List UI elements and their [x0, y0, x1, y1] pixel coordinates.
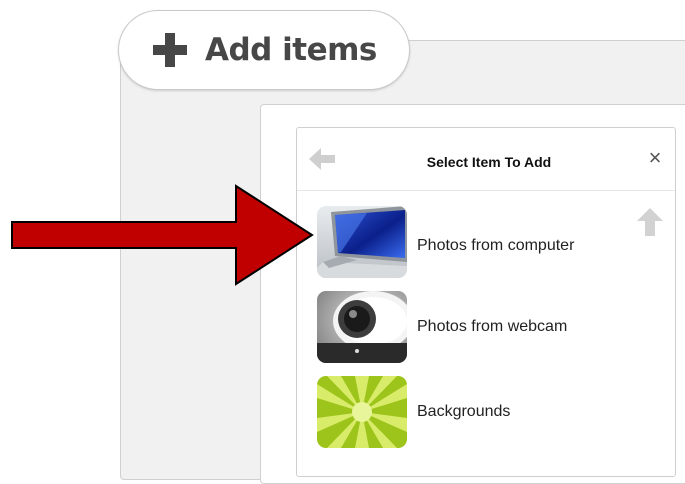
dialog-header: Select Item To Add × [297, 128, 675, 191]
add-items-tab[interactable]: Add items [118, 10, 410, 90]
back-arrow-icon[interactable] [309, 148, 335, 170]
add-items-label: Add items [205, 32, 377, 68]
green-sunburst-icon [317, 376, 407, 448]
up-arrow-icon[interactable] [637, 208, 663, 236]
plus-icon [153, 33, 187, 67]
list-item-backgrounds[interactable]: Backgrounds [317, 376, 617, 448]
dialog-title: Select Item To Add [426, 154, 552, 170]
computer-monitor-icon [317, 206, 407, 278]
list-item-photos-from-computer[interactable]: Photos from computer [317, 206, 617, 278]
close-icon[interactable]: × [643, 146, 667, 170]
list-item-photos-from-webcam[interactable]: Photos from webcam [317, 291, 617, 363]
red-arrow-icon [11, 184, 314, 286]
item-label: Photos from computer [417, 237, 575, 254]
webcam-icon [317, 291, 407, 363]
item-label: Photos from webcam [417, 318, 568, 335]
select-item-dialog: Select Item To Add × Photos from compute… [296, 127, 676, 477]
item-label: Backgrounds [417, 403, 511, 420]
